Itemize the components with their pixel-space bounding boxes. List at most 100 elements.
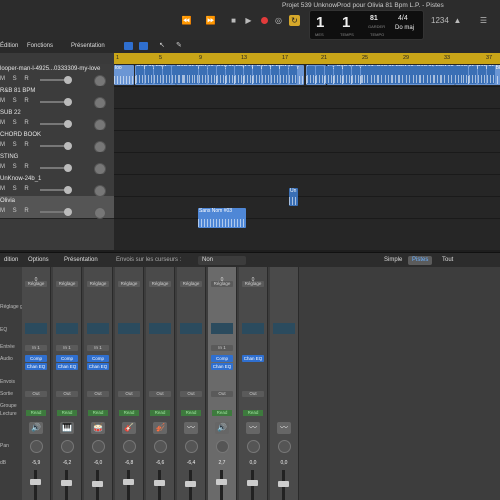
input-slot[interactable]: In 1 (56, 345, 78, 351)
track-volume-slider[interactable] (40, 145, 66, 147)
edit-menu[interactable]: Édition (0, 43, 18, 49)
audio-region[interactable] (184, 66, 188, 84)
plugin-slot[interactable]: Comp (56, 355, 78, 362)
audio-region[interactable] (371, 66, 377, 84)
fast-forward-button[interactable]: ⏩ (205, 15, 216, 26)
mute-solo-record-buttons[interactable]: M S R (0, 120, 32, 126)
audio-region[interactable]: Sans Nom #03 (198, 208, 246, 228)
audio-region[interactable] (399, 66, 405, 84)
audio-region[interactable] (325, 66, 333, 84)
audio-region[interactable] (289, 66, 297, 84)
channel-strip[interactable]: Réglage Out Read 🎻 -6,6 (146, 267, 175, 500)
fader-cap[interactable] (92, 481, 103, 487)
audio-region[interactable] (487, 66, 495, 84)
track-header[interactable]: CHORD BOOK M S R (0, 130, 114, 153)
plugin-slot[interactable]: Comp (25, 355, 47, 362)
track-icon[interactable]: 🎻 (153, 422, 167, 434)
track-volume-knob[interactable] (64, 76, 72, 84)
audio-region[interactable] (448, 66, 454, 84)
output-slot[interactable]: Out (180, 391, 202, 397)
audio-region[interactable] (179, 66, 183, 84)
view-tracks-button[interactable]: Pistes (408, 256, 433, 265)
automation-mode-button[interactable]: Read (119, 410, 139, 416)
track-icon[interactable]: 🔊 (29, 422, 43, 434)
track-icon[interactable]: 🔊 (215, 422, 229, 434)
mute-solo-record-buttons[interactable]: M S R (0, 164, 32, 170)
track-lane[interactable] (114, 108, 500, 131)
pan-knob[interactable] (247, 440, 260, 453)
bar-ruler[interactable]: 1 5 9 13 17 21 25 29 33 37 (114, 53, 500, 64)
plugin-slot[interactable]: Chan EQ (211, 363, 233, 370)
audio-region[interactable] (262, 66, 270, 84)
track-icon[interactable]: 〰 (277, 422, 291, 434)
audio-region[interactable] (163, 66, 171, 84)
audio-region[interactable] (217, 66, 225, 84)
track-header[interactable]: STING M S R (0, 152, 114, 175)
pan-knob[interactable] (61, 440, 74, 453)
track-icon[interactable]: 🥁 (91, 422, 105, 434)
track-volume-knob[interactable] (64, 164, 72, 172)
fader-cap[interactable] (123, 479, 134, 485)
audio-region[interactable] (352, 66, 360, 84)
track-name[interactable]: R&B 81 BPM (0, 88, 35, 94)
fader-cap[interactable] (61, 480, 72, 486)
audio-region[interactable] (455, 66, 461, 84)
audio-region[interactable] (253, 66, 261, 84)
audio-region[interactable] (434, 66, 440, 84)
plugin-slot[interactable]: Chan EQ (87, 363, 109, 370)
channel-strip[interactable]: 〰 0,0 (270, 267, 299, 500)
fader-cap[interactable] (30, 479, 41, 485)
track-name[interactable]: SUB 22 (0, 110, 21, 116)
automation-mode-button[interactable]: Read (57, 410, 77, 416)
fader-cap[interactable] (185, 481, 196, 487)
track-volume-slider[interactable] (40, 79, 66, 81)
fader-cap[interactable] (278, 481, 289, 487)
track-header[interactable]: looper‑man-l-4925...0333309-my-love M S R (0, 64, 114, 87)
pan-knob[interactable] (185, 440, 198, 453)
audio-region[interactable] (420, 66, 426, 84)
eq-thumbnail[interactable] (56, 323, 78, 334)
track-volume-slider[interactable] (40, 211, 66, 213)
track-volume-slider[interactable] (40, 189, 66, 191)
catch-playhead-icon[interactable] (124, 42, 133, 50)
automation-mode-button[interactable]: Read (212, 410, 232, 416)
channel-strip[interactable]: Réglage In 1 Comp Chan EQ Out Read 🥁 -6,0 (84, 267, 113, 500)
track-name[interactable]: looper‑man-l-4925...0333309-my-love (0, 66, 100, 72)
fader-cap[interactable] (154, 480, 165, 486)
pencil-tool-icon[interactable]: ✎ (176, 41, 182, 49)
count-in-button[interactable]: 1234 (431, 15, 449, 26)
view-simple-button[interactable]: Simple (380, 256, 406, 265)
plugin-slot[interactable]: Comp (87, 355, 109, 362)
audio-region[interactable] (469, 66, 477, 84)
track-header[interactable]: Olivia M S R (0, 196, 114, 219)
pan-knob[interactable] (123, 440, 136, 453)
audio-region[interactable] (441, 66, 447, 84)
setting-button[interactable]: Réglage (118, 281, 140, 287)
audio-region[interactable] (427, 66, 433, 84)
audio-region[interactable] (316, 66, 324, 84)
output-slot[interactable]: Out (25, 391, 47, 397)
audio-region[interactable] (189, 66, 193, 84)
track-name[interactable]: UnKnow-24b_1 (0, 176, 41, 182)
mute-solo-record-buttons[interactable]: M S R (0, 142, 32, 148)
output-slot[interactable]: Out (149, 391, 171, 397)
audio-region[interactable] (334, 66, 342, 84)
track-lane[interactable] (114, 86, 500, 109)
mute-solo-record-buttons[interactable]: M S R (0, 98, 32, 104)
track-icon[interactable]: 〰 (184, 422, 198, 434)
track-lane[interactable] (114, 196, 500, 219)
plugin-slot[interactable]: Chan EQ (242, 355, 264, 362)
eq-thumbnail[interactable] (273, 323, 295, 334)
track-name[interactable]: Olivia (0, 198, 15, 204)
audio-region[interactable] (307, 66, 315, 84)
audio-region[interactable] (271, 66, 279, 84)
channel-strip[interactable]: 0 Réglage Chan EQ Out Read 〰 0,0 (239, 267, 268, 500)
output-slot[interactable]: Out (118, 391, 140, 397)
output-slot[interactable]: Out (211, 391, 233, 397)
metronome-icon[interactable]: ▲ (452, 15, 463, 26)
input-slot[interactable]: In 1 (211, 345, 233, 351)
audio-region[interactable] (378, 66, 384, 84)
fader-cap[interactable] (216, 479, 227, 485)
automation-mode-button[interactable]: Read (243, 410, 263, 416)
pan-knob[interactable] (92, 440, 105, 453)
